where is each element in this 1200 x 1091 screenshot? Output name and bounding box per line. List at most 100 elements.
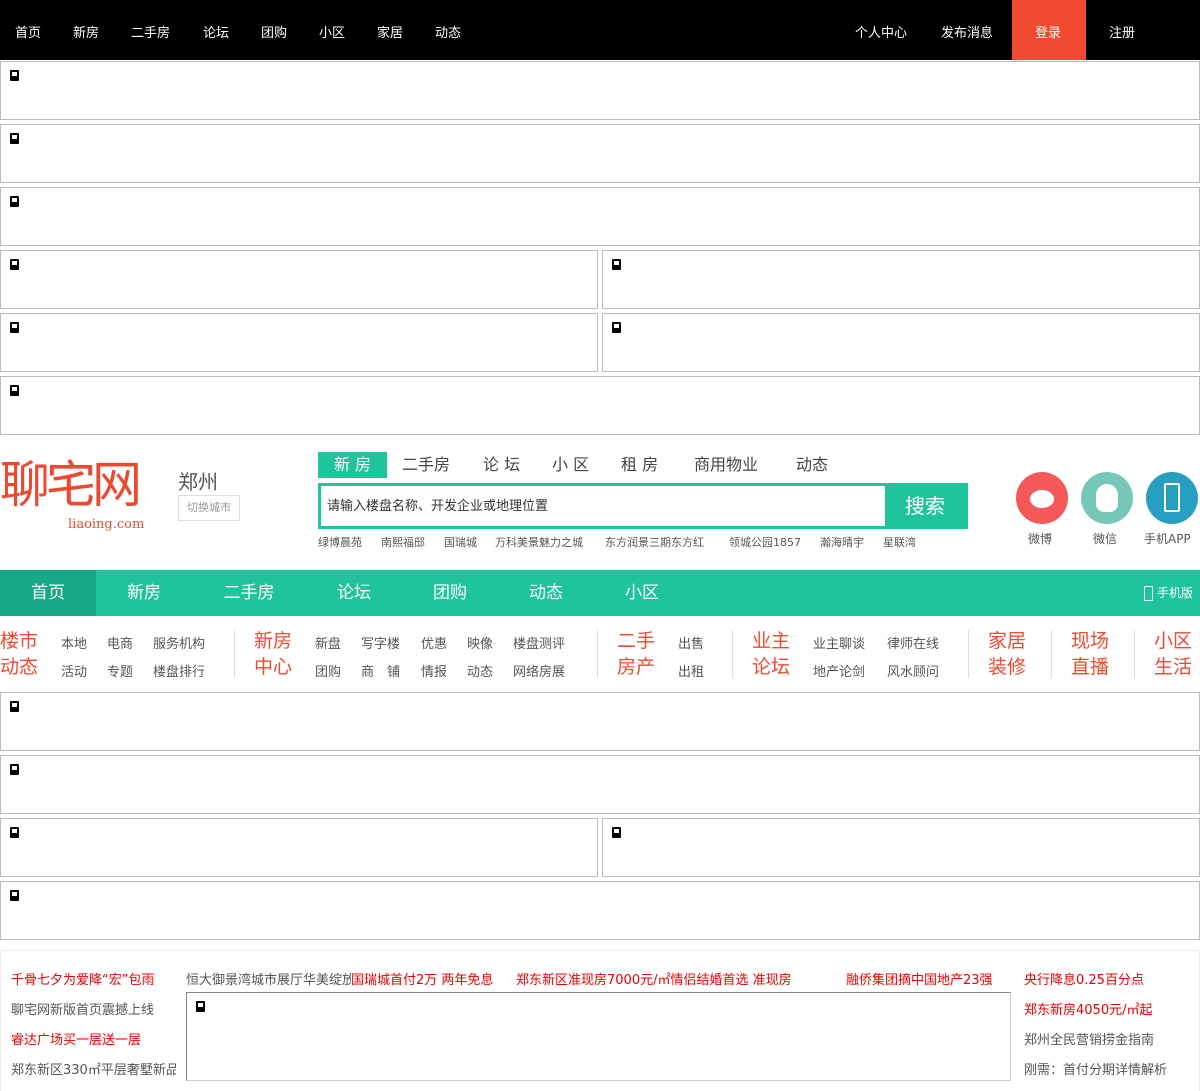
ad-slot[interactable]: [0, 376, 1200, 435]
topnav-new[interactable]: 新房: [73, 22, 99, 41]
ad-slot[interactable]: [0, 187, 1200, 246]
app-label[interactable]: 手机APP: [1144, 530, 1191, 547]
cat-title[interactable]: 楼市: [0, 628, 42, 654]
cat-link[interactable]: 新盘: [315, 633, 341, 652]
tab-commercial[interactable]: 商用物业: [694, 452, 758, 478]
news-link[interactable]: 刚需：首付分期详情解析: [1024, 1059, 1167, 1078]
tab-new[interactable]: 新 房: [318, 452, 387, 478]
topnav-forum[interactable]: 论坛: [203, 22, 229, 41]
cat-link[interactable]: 活动: [61, 661, 87, 680]
ad-slot[interactable]: [0, 818, 598, 877]
cat-title[interactable]: 二手: [617, 628, 659, 654]
tab-rent[interactable]: 租 房: [621, 452, 658, 478]
cat-link[interactable]: 出租: [678, 661, 704, 680]
cat-link[interactable]: 网络房展: [513, 661, 565, 680]
ad-slot[interactable]: [0, 250, 598, 309]
cat-link[interactable]: 本地: [61, 633, 87, 652]
cat-title[interactable]: 小区: [1154, 628, 1196, 654]
feature-image[interactable]: [186, 992, 1011, 1081]
news-link[interactable]: 郑东新房4050元/㎡起: [1024, 999, 1152, 1018]
wechat-label[interactable]: 微信: [1093, 530, 1117, 547]
cat-link[interactable]: 动态: [467, 661, 493, 680]
ad-slot[interactable]: [0, 692, 1200, 751]
cat-link[interactable]: 写字楼: [361, 633, 400, 652]
tab-news[interactable]: 动态: [796, 452, 828, 478]
ad-slot[interactable]: [0, 124, 1200, 183]
cat-title[interactable]: 业主: [752, 628, 794, 654]
cat-link[interactable]: 楼盘测评: [513, 633, 565, 652]
cat-title[interactable]: 动态: [0, 654, 42, 680]
topnav-community[interactable]: 小区: [319, 22, 345, 41]
nav-second[interactable]: 二手房: [201, 570, 297, 616]
news-link[interactable]: 郑州全民营销捞金指南: [1024, 1029, 1154, 1048]
hot-link[interactable]: 瀚海晴宇: [820, 534, 864, 550]
headline-link[interactable]: 郑东新区准现房7000元/㎡情侣结婚首选 准现房: [516, 969, 792, 988]
ad-slot[interactable]: [602, 313, 1200, 372]
topnav-news[interactable]: 动态: [435, 22, 461, 41]
hot-link[interactable]: 万科美景魅力之城: [495, 534, 583, 550]
cat-link[interactable]: 优惠: [421, 633, 447, 652]
ad-slot[interactable]: [602, 250, 1200, 309]
hot-link[interactable]: 南熙福邸: [381, 534, 425, 550]
tab-forum[interactable]: 论 坛: [483, 452, 520, 478]
mobile-app-icon[interactable]: [1146, 472, 1198, 524]
publish-link[interactable]: 发布消息: [941, 22, 993, 41]
cat-link[interactable]: 业主聊谈: [813, 633, 865, 652]
weibo-icon[interactable]: [1016, 472, 1068, 524]
search-input[interactable]: [321, 486, 886, 526]
hot-link[interactable]: 绿博晨苑: [318, 534, 362, 550]
cat-title[interactable]: 论坛: [752, 654, 794, 680]
topnav-home-deco[interactable]: 家居: [377, 22, 403, 41]
cat-title[interactable]: 直播: [1071, 654, 1113, 680]
hot-link[interactable]: 东方润景三期东方红: [605, 534, 704, 550]
news-link[interactable]: 睿达广场买一层送一层: [11, 1029, 176, 1048]
ad-slot[interactable]: [602, 818, 1200, 877]
cat-link[interactable]: 风水顾问: [887, 661, 939, 680]
tab-second[interactable]: 二手房: [402, 452, 450, 478]
topnav-home[interactable]: 首页: [15, 22, 41, 41]
headline-link[interactable]: 融侨集团摘中国地产23强: [846, 969, 993, 988]
cat-title[interactable]: 生活: [1154, 654, 1196, 680]
cat-link[interactable]: 地产论剑: [813, 661, 865, 680]
nav-news[interactable]: 动态: [498, 570, 594, 616]
user-center-link[interactable]: 个人中心: [855, 22, 907, 41]
hot-link[interactable]: 星联湾: [883, 534, 916, 550]
cat-title[interactable]: 家居: [988, 628, 1030, 654]
cat-link[interactable]: 映像: [467, 633, 493, 652]
cat-link[interactable]: 出售: [678, 633, 704, 652]
nav-forum[interactable]: 论坛: [306, 570, 402, 616]
headline-link[interactable]: 央行降息0.25百分点: [1024, 969, 1144, 988]
logo[interactable]: 聊宅网: [0, 455, 142, 515]
ad-slot[interactable]: [0, 881, 1200, 940]
nav-community[interactable]: 小区: [594, 570, 690, 616]
cat-link[interactable]: 楼盘排行: [153, 661, 205, 680]
login-label[interactable]: 登录: [1035, 22, 1061, 41]
headline-link[interactable]: 千骨七夕为爱降“宏”包雨: [11, 969, 176, 988]
cat-link[interactable]: 商 铺: [361, 661, 400, 680]
cat-link[interactable]: 团购: [315, 661, 341, 680]
news-link[interactable]: 郑东新区330㎡平层奢墅新品: [11, 1059, 176, 1078]
ad-slot[interactable]: [0, 755, 1200, 814]
cat-title[interactable]: 新房: [254, 628, 296, 654]
cat-title[interactable]: 装修: [988, 654, 1030, 680]
news-link[interactable]: 聊宅网新版首页震撼上线: [11, 999, 176, 1018]
switch-city-button[interactable]: 切换城市: [178, 495, 240, 521]
cat-link[interactable]: 电商: [107, 633, 133, 652]
headline-link[interactable]: 国瑞城首付2万 两年免息: [351, 969, 493, 988]
hot-link[interactable]: 领城公园1857: [729, 534, 801, 550]
cat-title[interactable]: 中心: [254, 654, 296, 680]
register-link[interactable]: 注册: [1109, 22, 1135, 41]
qq-wechat-icon[interactable]: [1081, 472, 1133, 524]
weibo-label[interactable]: 微博: [1028, 530, 1052, 547]
topnav-second[interactable]: 二手房: [131, 22, 170, 41]
tab-community[interactable]: 小 区: [552, 452, 589, 478]
ad-slot[interactable]: [0, 61, 1200, 120]
cat-link[interactable]: 服务机构: [153, 633, 205, 652]
nav-group[interactable]: 团购: [402, 570, 498, 616]
nav-home[interactable]: 首页: [0, 570, 96, 616]
cat-link[interactable]: 专题: [107, 661, 133, 680]
topnav-group[interactable]: 团购: [261, 22, 287, 41]
cat-link[interactable]: 律师在线: [887, 633, 939, 652]
headline-link[interactable]: 恒大御景湾城市展厅华美绽放: [186, 969, 351, 988]
search-button[interactable]: 搜索: [885, 486, 965, 526]
